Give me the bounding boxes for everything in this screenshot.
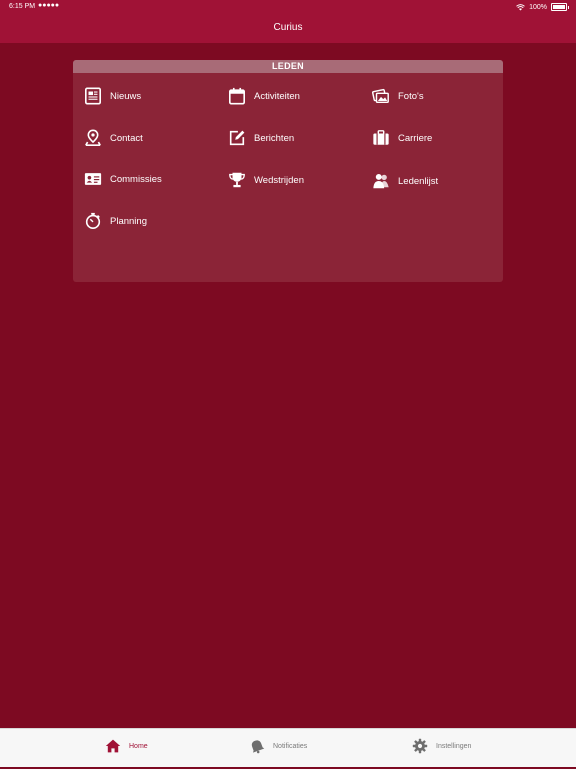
menu-item-label: Berichten [254,132,295,144]
calendar-icon [228,87,246,105]
menu-item-label: Commissies [110,173,162,185]
menu-item-contact[interactable]: Contact [84,128,143,148]
signal-strength: ●●●●● [38,2,60,9]
members-panel: LEDEN Nieuws Activiteiten Foto's Contact… [73,60,503,282]
menu-item-ledenlijst[interactable]: Ledenlijst [372,171,438,191]
compose-icon [229,130,245,146]
gear-icon [412,738,428,754]
menu-item-label: Wedstrijden [254,174,304,186]
photos-icon [372,88,389,104]
tab-label: Instellingen [436,742,472,750]
tab-notificaties[interactable]: Notificaties [249,736,307,756]
menu-item-label: Ledenlijst [398,175,439,187]
bell-icon [251,740,265,754]
status-bar: 6:15 PM ●●●●● 100% [0,0,576,14]
menu-item-planning[interactable]: Planning [84,211,147,231]
menu-item-nieuws[interactable]: Nieuws [84,86,141,106]
menu-item-label: Contact [110,132,143,144]
location-pin-icon [85,129,101,147]
menu-item-label: Carriere [398,132,433,144]
tab-label: Home [129,742,148,750]
status-right: 100% [516,3,569,11]
id-card-icon [84,173,102,185]
home-icon [105,739,121,753]
menu-item-fotos[interactable]: Foto's [372,86,424,106]
menu-item-label: Nieuws [110,90,142,102]
menu-item-label: Planning [110,215,147,227]
tab-home[interactable]: Home [105,736,148,756]
stopwatch-icon [85,212,101,230]
tab-instellingen[interactable]: Instellingen [412,736,471,756]
menu-item-berichten[interactable]: Berichten [228,128,294,148]
menu-item-commissies[interactable]: Commissies [84,169,162,189]
tab-bar: Home Notificaties Instellingen [0,728,576,769]
menu-item-label: Activiteiten [254,90,300,102]
newspaper-icon [84,87,102,105]
navigation-bar: 6:15 PM ●●●●● 100% Curius [0,0,576,43]
menu-item-activiteiten[interactable]: Activiteiten [228,86,300,106]
briefcase-icon [373,130,389,145]
menu-item-label: Foto's [398,90,424,102]
battery-percentage: 100% [529,3,547,11]
battery-icon [551,3,569,11]
app-title: Curius [273,22,303,33]
wifi-icon [516,3,525,10]
tab-label: Notificaties [273,742,308,750]
panel-header: LEDEN [73,60,503,73]
status-time: 6:15 PM [9,3,36,10]
trophy-icon [229,172,245,188]
menu-item-wedstrijden[interactable]: Wedstrijden [228,170,304,190]
members-icon [373,173,389,189]
menu-item-carriere[interactable]: Carriere [372,128,432,148]
